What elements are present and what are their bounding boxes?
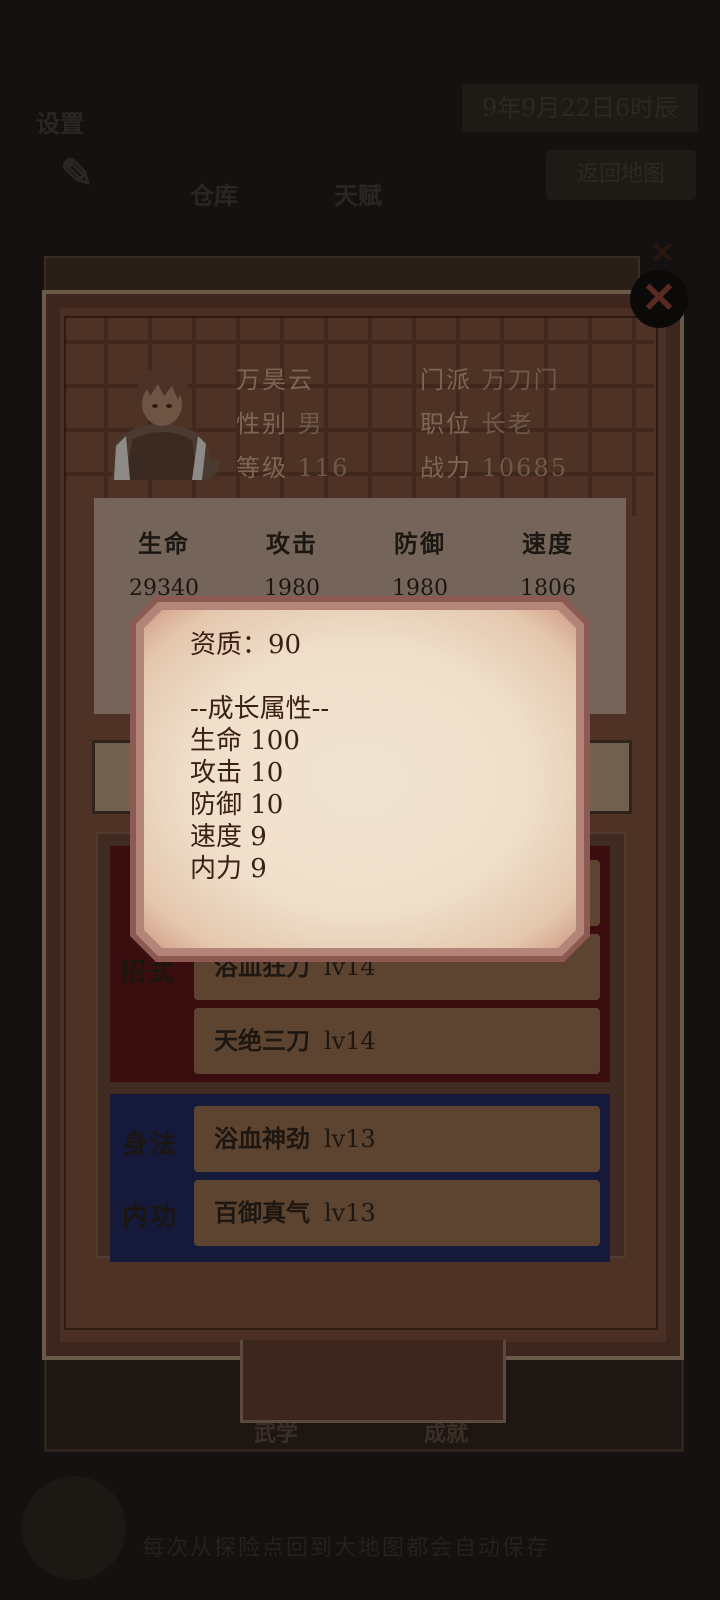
sect-label: 门派 (420, 366, 472, 394)
skill-row[interactable]: 天绝三刀 lv14 (194, 1008, 600, 1074)
aptitude-tooltip[interactable]: 资质：90 --成长属性-- 生命 100 攻击 10 防御 10 速度 9 内… (130, 596, 590, 962)
position-label: 职位 (420, 410, 472, 438)
skill-name: 百御真气 (214, 1198, 310, 1227)
gender-row: 性别 男 (236, 404, 324, 439)
gender-label: 性别 (236, 410, 288, 438)
stat-header-defense: 防御 (394, 529, 446, 558)
stat-header-attack: 攻击 (266, 529, 318, 558)
sect-row: 门派 万刀门 (420, 360, 560, 395)
movement-label: 身法 (122, 1130, 179, 1160)
close-icon-shadow: ✕ (650, 236, 676, 271)
gender-value: 男 (297, 410, 324, 438)
position-row: 职位 长老 (420, 404, 534, 439)
aptitude-text: 资质：90 (190, 630, 302, 660)
skill-level: lv14 (324, 1027, 376, 1055)
autosave-tip: 每次从探险点回到大地图都会自动保存 (142, 1536, 551, 1561)
growth-line-inner: 内力 9 (190, 854, 267, 884)
return-map-button[interactable]: 返回地图 (546, 150, 696, 200)
stat-header-speed: 速度 (522, 529, 574, 558)
brush-icon: ✎ (60, 150, 94, 197)
character-avatar (112, 366, 220, 480)
skill-name: 浴血神劲 (214, 1124, 310, 1153)
settings-label[interactable]: 设置 (36, 104, 84, 139)
skill-row[interactable]: 百御真气 lv13 (194, 1180, 600, 1246)
date-display: 9年9月22日6时辰 (462, 84, 698, 132)
skill-name: 天绝三刀 (214, 1026, 310, 1055)
sect-value: 万刀门 (481, 366, 560, 394)
position-value: 长老 (481, 410, 534, 438)
level-value: 116 (297, 454, 350, 482)
level-label: 等级 (236, 454, 288, 482)
close-button[interactable]: ✕ (630, 270, 688, 328)
skill-row[interactable]: 浴血神劲 lv13 (194, 1106, 600, 1172)
skill-level: lv13 (324, 1125, 376, 1153)
skill-level: lv13 (324, 1199, 376, 1227)
warehouse-label[interactable]: 仓库 (190, 176, 238, 211)
game-logo (22, 1476, 126, 1580)
inner-art-label: 内功 (122, 1202, 179, 1232)
panel-bottom-tab (240, 1340, 506, 1423)
character-name: 万昊云 (236, 366, 314, 394)
power-value: 10685 (481, 454, 568, 482)
stat-header-hp: 生命 (138, 529, 190, 558)
level-row: 等级 116 (236, 448, 349, 483)
power-row: 战力 10685 (420, 448, 568, 483)
power-label: 战力 (420, 454, 472, 482)
talent-label[interactable]: 天赋 (334, 176, 382, 211)
